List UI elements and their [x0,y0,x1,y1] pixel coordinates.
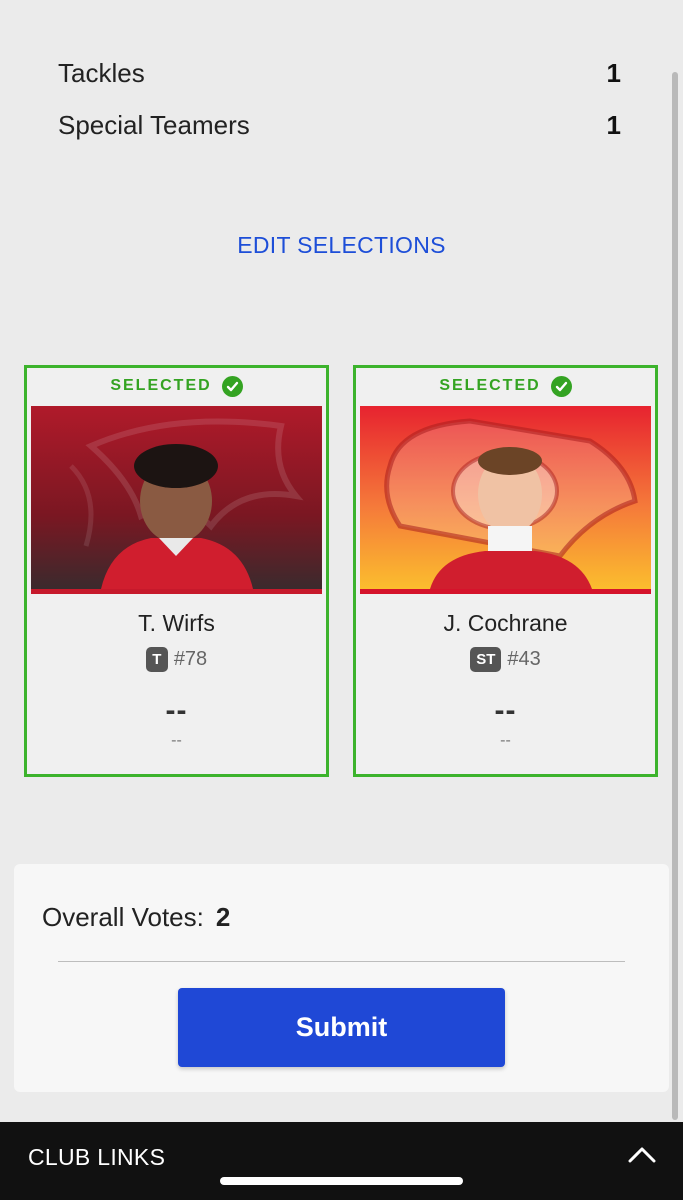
selected-indicator: SELECTED [27,368,326,404]
summary-row-tackles: Tackles 1 [58,58,621,89]
summary-label: Special Teamers [58,110,250,140]
summary-row-special-teamers: Special Teamers 1 [58,110,621,141]
stat-subvalue: -- [171,732,182,749]
summary-count: 1 [606,58,621,88]
scrollbar[interactable] [672,72,678,1120]
check-circle-icon [221,375,243,397]
position-row: T #78 [27,647,326,672]
divider [58,961,625,962]
check-circle-icon [550,375,572,397]
position-row: ST #43 [356,647,655,672]
edit-selections-link[interactable]: EDIT SELECTIONS [0,232,683,259]
chevron-up-icon[interactable] [627,1144,657,1169]
home-indicator[interactable] [220,1177,463,1185]
player-name: J. Cochrane [443,610,568,636]
submit-button[interactable]: Submit [178,988,505,1067]
jersey-number: #43 [507,648,541,670]
stat-subvalue: -- [500,732,511,749]
overall-votes-label: Overall Votes: [42,902,204,932]
player-card-wirfs[interactable]: SELECTED T. Wirfs T #78 -- -- [24,365,329,777]
buccaneers-flag-icon [69,418,304,589]
vote-panel: Overall Votes: 2 Submit [14,864,669,1092]
stat-value: -- [165,694,188,727]
summary-count: 1 [606,110,621,140]
club-links-label: CLUB LINKS [28,1144,166,1170]
selected-indicator: SELECTED [356,368,655,404]
player-photo [360,406,651,594]
selected-label: SELECTED [439,377,541,394]
jersey-number: #78 [173,648,208,670]
chiefs-arrowhead-icon [384,418,638,589]
summary-label: Tackles [58,58,145,88]
stat-value: -- [494,694,517,727]
position-badge: ST [470,647,502,672]
player-card-cochrane[interactable]: SELECTED J. Cochrane ST #43 -- -- [353,365,658,777]
club-links-bar[interactable]: CLUB LINKS [0,1122,683,1200]
position-badge: T [145,647,168,672]
overall-votes: Overall Votes: 2 [42,902,230,933]
player-name: T. Wirfs [138,610,215,636]
player-photo [31,406,322,594]
selected-label: SELECTED [110,377,212,394]
overall-votes-count: 2 [215,902,231,932]
